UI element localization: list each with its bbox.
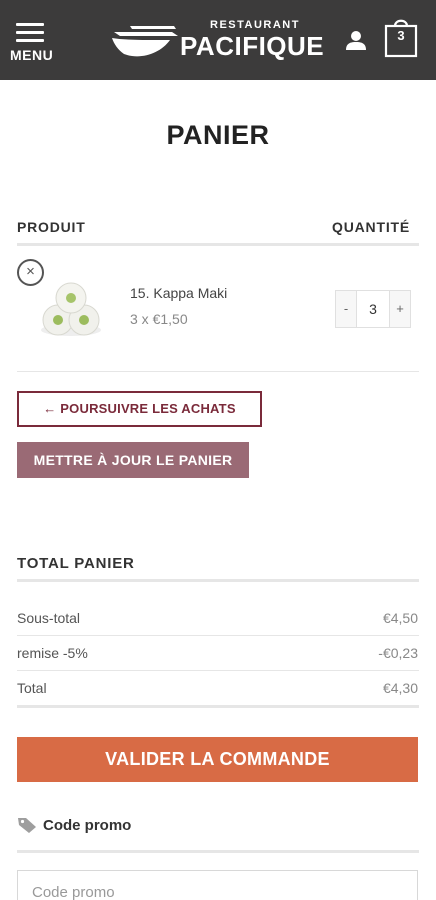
discount-label: remise -5% (17, 645, 88, 661)
hamburger-icon (16, 23, 44, 43)
product-image (41, 282, 101, 336)
cart-totals-heading: TOTAL PANIER (17, 555, 135, 572)
menu-button[interactable]: MENU (10, 20, 62, 64)
user-icon[interactable] (344, 28, 368, 52)
quantity-decrease-button[interactable]: - (336, 291, 356, 327)
totals-footer-divider (17, 705, 419, 708)
subtotal-value: €4,50 (382, 610, 418, 626)
quantity-increase-button[interactable]: + (390, 291, 410, 327)
logo-emblem-icon (112, 26, 178, 57)
cart-count-badge: 3 (397, 28, 405, 43)
promo-code-toggle[interactable]: Code promo (17, 814, 131, 836)
totals-header-divider (17, 579, 419, 582)
cart-button[interactable]: 3 (384, 16, 418, 58)
promo-code-input[interactable] (17, 870, 418, 900)
checkout-button[interactable]: VALIDER LA COMMANDE (17, 737, 418, 782)
subtotal-label: Sous-total (17, 610, 81, 626)
menu-label: MENU (10, 47, 54, 63)
tag-icon (18, 818, 36, 833)
item-divider (17, 371, 419, 372)
promo-divider (17, 850, 419, 853)
restaurant-logo[interactable]: RESTAURANT PACIFIQUE (110, 18, 330, 64)
update-cart-button[interactable]: METTRE À JOUR LE PANIER (17, 442, 249, 478)
logo-subtitle: RESTAURANT (210, 19, 300, 31)
table-header-divider (17, 243, 419, 246)
logo-title: PACIFIQUE (180, 31, 325, 61)
totals-row-divider (17, 670, 419, 671)
product-price: 3 x €1,50 (130, 311, 188, 327)
continue-shopping-button[interactable]: ← POURSUIVRE LES ACHATS (17, 391, 262, 427)
discount-value: -€0,23 (378, 645, 418, 661)
total-label: Total (17, 680, 47, 696)
quantity-stepper: - 3 + (335, 290, 411, 328)
page-title: PANIER (166, 120, 270, 150)
site-header: MENU RESTAURANT PACIFIQUE 3 (0, 0, 436, 80)
product-name[interactable]: 15. Kappa Maki (130, 285, 227, 301)
column-header-quantity: QUANTITÉ (332, 219, 410, 235)
column-header-product: PRODUIT (17, 219, 86, 235)
quantity-input[interactable]: 3 (356, 291, 390, 327)
totals-row-divider (17, 635, 419, 636)
promo-code-heading: Code promo (43, 816, 132, 834)
total-value: €4,30 (382, 680, 418, 696)
